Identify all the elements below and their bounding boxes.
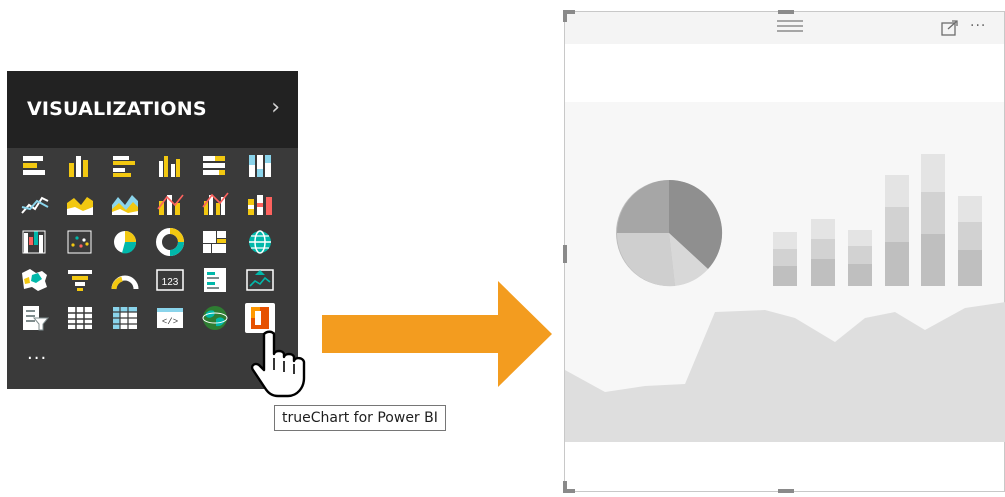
more-visuals-button[interactable]: ... [27,343,47,364]
resize-handle-tl-v[interactable] [563,10,567,22]
waterfall-chart-icon[interactable] [20,227,50,257]
kpi-icon[interactable] [245,265,275,295]
line-and-clustered-column-chart-icon[interactable] [200,189,230,219]
svg-text:</>: </> [162,317,178,327]
matrix-icon[interactable] [110,303,140,333]
arcgis-map-icon[interactable] [200,303,230,333]
slicer-icon[interactable] [20,303,50,333]
map-icon[interactable] [245,227,275,257]
scatter-chart-icon[interactable] [65,227,95,257]
clustered-bar-chart-icon[interactable] [110,151,140,181]
resize-handle-left[interactable] [563,245,567,263]
visual-placeholder-graphic [565,154,1005,442]
r-script-visual-icon[interactable]: </> [155,303,185,333]
visualizations-header: VISUALIZATIONS › [7,71,298,148]
100-percent-stacked-column-chart-icon[interactable] [245,151,275,181]
card-icon[interactable]: 123 [155,265,185,295]
gauge-icon[interactable] [110,265,140,295]
chevron-right-icon[interactable]: › [271,95,280,120]
stacked-column-chart-icon[interactable] [65,151,95,181]
table-icon[interactable] [65,303,95,333]
ribbon-chart-icon[interactable] [245,189,275,219]
line-chart-icon[interactable] [20,189,50,219]
resize-handle-top[interactable] [778,10,794,14]
funnel-icon[interactable] [65,265,95,295]
visual-container[interactable]: ··· [563,10,1005,493]
stacked-bar-chart-icon[interactable] [20,151,50,181]
area-chart-icon[interactable] [65,189,95,219]
donut-chart-icon[interactable] [155,227,185,257]
placeholder-bars [773,154,982,286]
visualizations-title: VISUALIZATIONS [27,98,207,120]
resize-handle-bottom[interactable] [778,489,794,493]
tooltip: trueChart for Power BI [274,405,446,431]
svg-text:123: 123 [162,277,179,288]
filled-map-icon[interactable] [20,265,50,295]
placeholder-pie [616,179,723,287]
clustered-column-chart-icon[interactable] [155,151,185,181]
arrow-right-icon [322,281,552,387]
line-and-stacked-column-chart-icon[interactable] [155,189,185,219]
100-percent-stacked-bar-chart-icon[interactable] [200,151,230,181]
pie-chart-icon[interactable] [110,227,140,257]
stacked-area-chart-icon[interactable] [110,189,140,219]
treemap-icon[interactable] [200,227,230,257]
hand-cursor-icon [250,330,306,398]
truechart-icon[interactable] [245,303,275,333]
placeholder-area [565,302,1005,442]
tooltip-text: trueChart for Power BI [282,410,438,426]
multi-row-card-icon[interactable] [200,265,230,295]
resize-handle-bl-v[interactable] [563,481,567,493]
